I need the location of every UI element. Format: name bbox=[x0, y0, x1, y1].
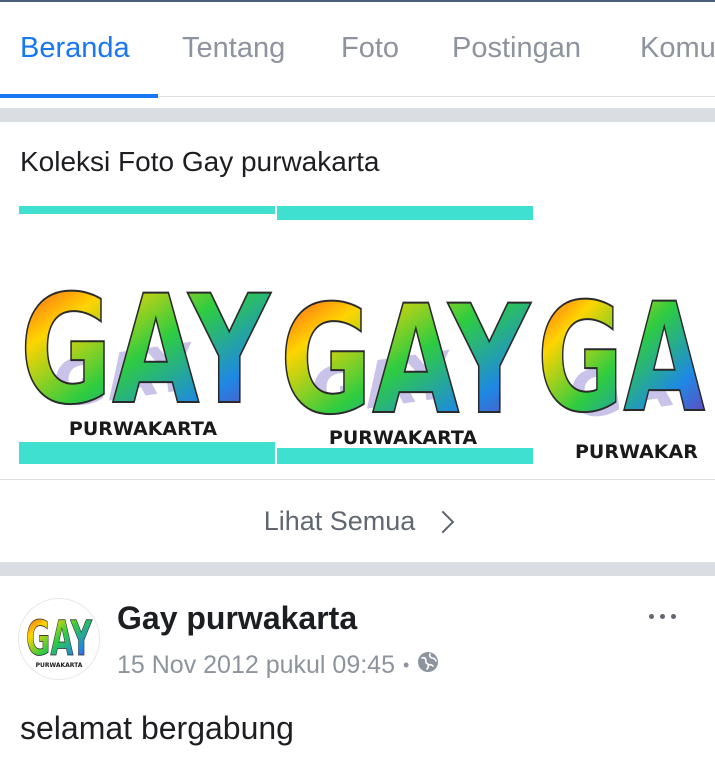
gay-purwakarta-logo-image: GA GA PURWAKAR bbox=[535, 206, 715, 464]
page-tabs: Beranda Tentang Foto Postingan Komu bbox=[0, 0, 715, 98]
svg-text:GAY: GAY bbox=[26, 611, 93, 667]
tab-komunitas[interactable]: Komu bbox=[640, 32, 715, 65]
see-all-label: Lihat Semua bbox=[263, 505, 416, 536]
collection-photo-1[interactable]: GAY GAY PURWAKARTA bbox=[19, 206, 275, 464]
photo-collection-card: Koleksi Foto Gay purwakarta GAY GAY PURW… bbox=[0, 122, 715, 562]
svg-text:GA: GA bbox=[537, 272, 705, 446]
post-options-button[interactable] bbox=[640, 604, 684, 628]
collection-photo-3[interactable]: GA GA PURWAKAR bbox=[535, 206, 715, 464]
svg-text:GAY: GAY bbox=[280, 274, 532, 448]
tab-foto[interactable]: Foto bbox=[341, 32, 399, 65]
more-dot bbox=[648, 613, 654, 619]
active-tab-indicator bbox=[0, 94, 158, 98]
post-timestamp[interactable]: 15 Nov 2012 pukul 09:45 bbox=[117, 651, 395, 680]
meta-separator: • bbox=[403, 655, 410, 675]
svg-text:PURWAKARTA: PURWAKARTA bbox=[69, 418, 217, 440]
collection-photo-2[interactable]: GAY GAY PURWAKARTA bbox=[277, 206, 533, 464]
more-dot bbox=[659, 613, 665, 619]
see-all-button[interactable]: Lihat Semua bbox=[0, 479, 715, 562]
svg-text:GAY: GAY bbox=[20, 264, 272, 438]
svg-text:PURWAKARTA: PURWAKARTA bbox=[329, 427, 477, 449]
post-text: selamat bergabung bbox=[20, 710, 294, 746]
svg-text:PURWAKARTA: PURWAKARTA bbox=[36, 662, 83, 669]
tab-postingan[interactable]: Postingan bbox=[452, 32, 581, 65]
section-divider bbox=[0, 562, 715, 576]
gay-purwakarta-avatar-image: GAY PURWAKARTA bbox=[19, 599, 99, 679]
chevron-right-icon bbox=[431, 510, 455, 534]
post-card: GAY PURWAKARTA Gay purwakarta 15 Nov 201… bbox=[0, 576, 715, 767]
collection-title: Koleksi Foto Gay purwakarta bbox=[20, 146, 380, 177]
avatar[interactable]: GAY PURWAKARTA bbox=[18, 598, 100, 680]
more-dot bbox=[670, 613, 676, 619]
globe-icon bbox=[417, 651, 439, 680]
gay-purwakarta-logo-image: GAY GAY PURWAKARTA bbox=[19, 206, 275, 464]
svg-text:PURWAKAR: PURWAKAR bbox=[575, 441, 698, 463]
section-divider bbox=[0, 108, 715, 122]
tab-beranda[interactable]: Beranda bbox=[20, 32, 130, 65]
tab-tentang[interactable]: Tentang bbox=[182, 32, 285, 65]
photo-strip[interactable]: GAY GAY PURWAKARTA GAY GAY PURWAKARTA GA… bbox=[19, 206, 715, 464]
gay-purwakarta-logo-image: GAY GAY PURWAKARTA bbox=[277, 206, 533, 464]
post-author-name[interactable]: Gay purwakarta bbox=[117, 600, 357, 637]
post-meta: 15 Nov 2012 pukul 09:45 • bbox=[117, 651, 439, 680]
